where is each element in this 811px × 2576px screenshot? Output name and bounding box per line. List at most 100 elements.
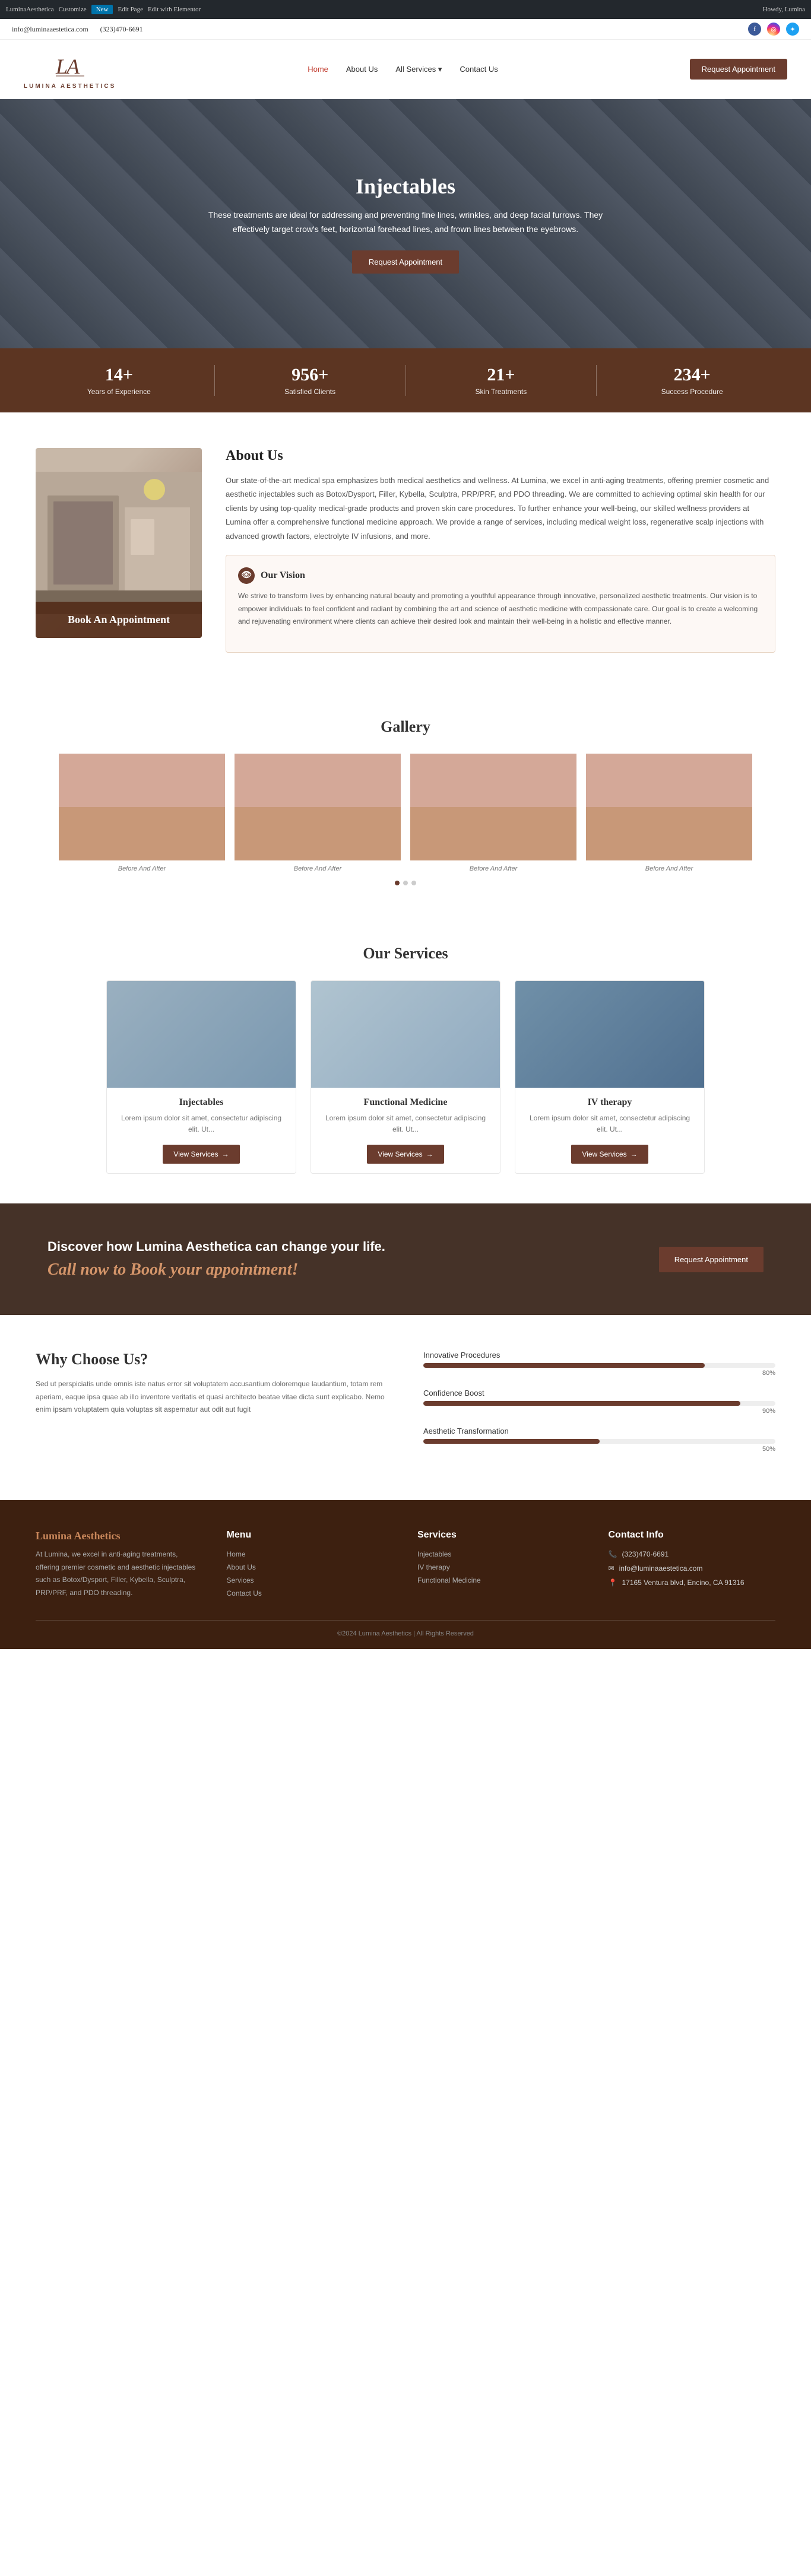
admin-edit-elementor[interactable]: Edit with Elementor — [148, 6, 201, 13]
admin-customize[interactable]: Customize — [59, 6, 87, 13]
progress-aesthetic-label: Aesthetic Transformation — [423, 1427, 775, 1435]
service-desc-injectables: Lorem ipsum dolor sit amet, consectetur … — [116, 1113, 286, 1135]
progress-innovative-label: Innovative Procedures — [423, 1351, 775, 1360]
gallery-item-4: Before And After — [586, 754, 752, 872]
logo-svg: L A — [53, 49, 87, 82]
service-btn-iv[interactable]: View Services → — [571, 1145, 648, 1164]
location-icon: 📍 — [609, 1578, 617, 1587]
about-image: Book An Appointment — [36, 448, 202, 638]
facebook-icon[interactable]: f — [748, 23, 761, 36]
gallery-item-2: Before And After — [235, 754, 401, 872]
gallery-item-3: Before And After — [410, 754, 576, 872]
footer-contact-col: Contact Info 📞 (323)470-6691 ✉ info@lumi… — [609, 1530, 776, 1602]
admin-bar: LuminaAesthetica Customize New Edit Page… — [0, 0, 811, 19]
footer-contact-title: Contact Info — [609, 1530, 776, 1540]
info-bar: info@luminaaestetica.com (323)470-6691 f… — [0, 19, 811, 40]
arrow-icon-3: → — [631, 1150, 638, 1158]
progress-aesthetic-pct: 50% — [423, 1446, 775, 1453]
service-desc-functional: Lorem ipsum dolor sit amet, consectetur … — [321, 1113, 490, 1135]
cta-line2: Call now to Book your appointment! — [47, 1260, 385, 1279]
instagram-icon[interactable]: ◎ — [767, 23, 780, 36]
progress-confidence-fill — [423, 1401, 740, 1406]
eye-icon: 👁 — [238, 567, 255, 584]
admin-howdy: Howdy, Lumina — [763, 6, 805, 13]
gallery-title: Gallery — [24, 718, 787, 736]
logo-subtitle: LUMINA AESTHETICS — [24, 83, 116, 90]
admin-edit-page[interactable]: Edit Page — [118, 6, 142, 13]
service-image-injectables — [107, 981, 296, 1088]
progress-confidence-label: Confidence Boost — [423, 1389, 775, 1397]
stat-treatments: 21+ Skin Treatments — [406, 365, 597, 396]
progress-innovative-bar — [423, 1363, 775, 1368]
gallery-dots — [24, 881, 787, 885]
nav-about[interactable]: About Us — [346, 65, 378, 74]
logo-monogram: L A — [53, 49, 87, 82]
footer-phone: 📞 (323)470-6691 — [609, 1550, 776, 1558]
stat-procedures-number: 234+ — [609, 365, 775, 385]
footer-menu-title: Menu — [227, 1530, 394, 1540]
why-description: Sed ut perspiciatis unde omnis iste natu… — [36, 1378, 388, 1416]
main-nav: Home About Us All Services ▾ Contact Us — [308, 65, 498, 74]
gallery-grid: Before And After Before And After Before… — [24, 754, 787, 872]
book-appointment-overlay: Book An Appointment — [36, 602, 202, 638]
service-title-injectables: Injectables — [116, 1097, 286, 1108]
why-right: Innovative Procedures 80% Confidence Boo… — [423, 1351, 775, 1465]
service-info-functional: Functional Medicine Lorem ipsum dolor si… — [311, 1088, 500, 1173]
service-title-functional: Functional Medicine — [321, 1097, 490, 1108]
why-choose-section: Why Choose Us? Sed ut perspiciatis unde … — [0, 1315, 811, 1500]
footer-address: 📍 17165 Ventura blvd, Encino, CA 91316 — [609, 1578, 776, 1587]
vision-title: 👁 Our Vision — [238, 567, 763, 584]
gallery-dot-2[interactable] — [403, 881, 408, 885]
service-btn-injectables[interactable]: View Services → — [163, 1145, 239, 1164]
svg-text:A: A — [65, 55, 80, 78]
footer-grid: Lumina Aesthetics At Lumina, we excel in… — [36, 1530, 775, 1602]
nav-contact[interactable]: Contact Us — [460, 65, 498, 74]
email-link[interactable]: info@luminaaestetica.com — [12, 25, 88, 34]
about-content: About Us Our state-of-the-art medical sp… — [226, 448, 775, 653]
service-card-iv: IV therapy Lorem ipsum dolor sit amet, c… — [515, 980, 705, 1174]
cta-line1: Discover how Lumina Aesthetica can chang… — [47, 1239, 385, 1254]
phone-link[interactable]: (323)470-6691 — [100, 25, 143, 34]
progress-confidence-pct: 90% — [423, 1408, 775, 1415]
gallery-image-4 — [586, 754, 752, 860]
footer-menu-list: Home About Us Services Contact Us — [227, 1550, 394, 1597]
progress-confidence: Confidence Boost 90% — [423, 1389, 775, 1415]
main-header: L A LUMINA AESTHETICS Home About Us All … — [0, 40, 811, 99]
stat-procedures-label: Success Procedure — [609, 387, 775, 396]
service-desc-iv: Lorem ipsum dolor sit amet, consectetur … — [525, 1113, 695, 1135]
twitter-icon[interactable]: ✦ — [786, 23, 799, 36]
admin-new-button[interactable]: New — [91, 5, 113, 14]
gallery-dot-3[interactable] — [411, 881, 416, 885]
service-image-functional — [311, 981, 500, 1088]
gallery-image-2 — [235, 754, 401, 860]
stat-treatments-label: Skin Treatments — [418, 387, 585, 396]
service-image-iv — [515, 981, 704, 1088]
stats-bar: 14+ Years of Experience 956+ Satisfied C… — [0, 348, 811, 412]
service-card-injectables: Injectables Lorem ipsum dolor sit amet, … — [106, 980, 296, 1174]
progress-innovative: Innovative Procedures 80% — [423, 1351, 775, 1377]
why-title: Why Choose Us? — [36, 1351, 388, 1368]
hero-title: Injectables — [198, 174, 613, 199]
stat-procedures: 234+ Success Procedure — [597, 365, 787, 396]
nav-services[interactable]: All Services ▾ — [395, 65, 442, 74]
service-title-iv: IV therapy — [525, 1097, 695, 1108]
service-btn-functional[interactable]: View Services → — [367, 1145, 443, 1164]
about-title: About Us — [226, 448, 775, 464]
admin-site-name[interactable]: LuminaAesthetica — [6, 6, 54, 13]
cta-request-button[interactable]: Request Appointment — [659, 1247, 764, 1272]
gallery-label-1: Before And After — [59, 865, 225, 872]
request-appointment-button[interactable]: Request Appointment — [690, 59, 787, 80]
nav-home[interactable]: Home — [308, 65, 328, 74]
progress-aesthetic-fill — [423, 1439, 600, 1444]
gallery-item-1: Before And After — [59, 754, 225, 872]
social-icons: f ◎ ✦ — [748, 23, 799, 36]
gallery-dot-1[interactable] — [395, 881, 400, 885]
footer-email: ✉ info@luminaaestetica.com — [609, 1564, 776, 1573]
hero-cta-button[interactable]: Request Appointment — [352, 250, 459, 274]
book-appt-title: Book An Appointment — [47, 614, 190, 626]
about-image-side: Book An Appointment — [36, 448, 202, 653]
footer-services-col: Services Injectables IV therapy Function… — [417, 1530, 585, 1602]
hero-description: These treatments are ideal for addressin… — [198, 208, 613, 237]
hero-content: Injectables These treatments are ideal f… — [198, 174, 613, 274]
email-icon: ✉ — [609, 1564, 614, 1573]
